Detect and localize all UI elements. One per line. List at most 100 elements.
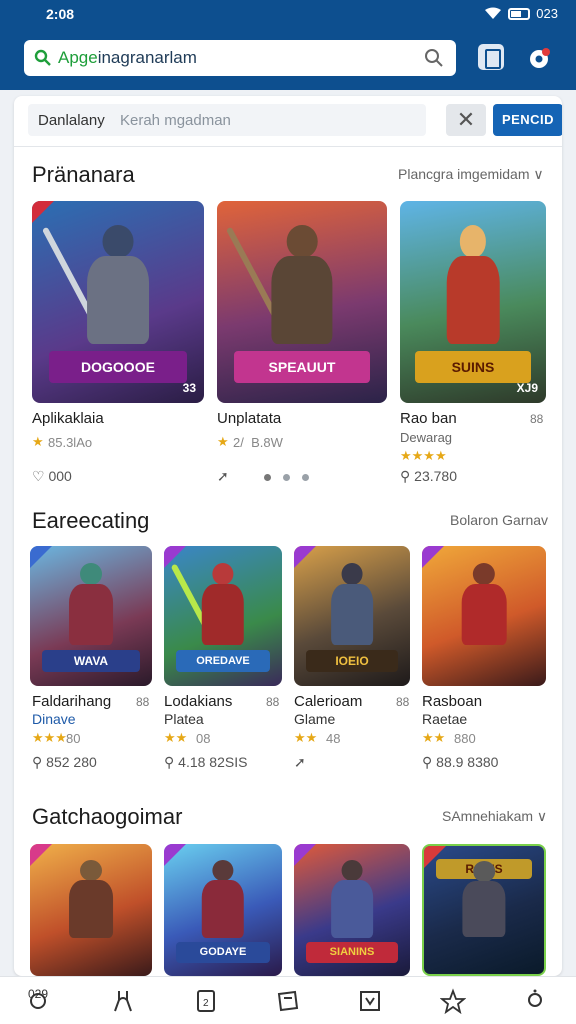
search-icon <box>34 49 51 66</box>
section-title-1: Pränanara <box>32 162 135 187</box>
badge-icon <box>30 844 52 866</box>
settings-icon[interactable] <box>526 45 552 71</box>
game-logo: DOGOOOE <box>49 350 187 383</box>
bottom-nav: 029 2 <box>0 976 576 1024</box>
heart-icon: ♡ <box>32 468 45 484</box>
character-body <box>271 255 333 345</box>
game-tile[interactable]: IOEIO <box>294 546 410 686</box>
character-head <box>212 859 234 881</box>
badge-icon <box>30 546 52 568</box>
app-meta: 08 <box>196 731 211 746</box>
character-body <box>446 255 500 345</box>
app-extra: 88 <box>266 695 280 709</box>
character-head <box>473 861 495 882</box>
section-title-2: Eareecating <box>32 508 150 533</box>
app-subtitle: Glame <box>294 711 336 727</box>
nav-cart[interactable] <box>247 977 329 1024</box>
app-meta: 48 <box>326 731 341 746</box>
battery-icon <box>508 7 531 20</box>
game-tile[interactable]: SIANINS <box>294 844 410 976</box>
game-tile[interactable]: RAINS <box>422 844 546 976</box>
character-head <box>341 562 363 586</box>
app-stat-value: 000 <box>48 468 72 484</box>
submit-button[interactable]: PENCID <box>493 104 562 136</box>
status-bar: 2:08 023 <box>0 0 576 28</box>
device-icon[interactable] <box>478 44 504 70</box>
app-name[interactable]: Rao ban <box>400 410 457 427</box>
status-time: 2:08 <box>46 6 75 22</box>
character-body <box>331 583 373 646</box>
nav-tools[interactable] <box>82 977 164 1024</box>
character-head <box>341 859 363 881</box>
character-body <box>331 879 373 938</box>
badge-icon <box>294 546 316 568</box>
clear-button[interactable]: ✕ <box>446 104 486 136</box>
game-tile[interactable]: OREDAVE <box>164 546 282 686</box>
app-name[interactable]: Rasboan <box>422 693 482 710</box>
badge-icon <box>32 201 54 223</box>
game-tile[interactable]: DOGOOOE 33 <box>32 201 204 403</box>
app-meta: 2/ B.8W <box>233 435 283 450</box>
game-tile[interactable]: GODAYE <box>164 844 282 976</box>
filter-field[interactable]: Danlalany Kerah mgadman <box>28 104 426 136</box>
badge-icon <box>294 844 316 866</box>
share-icon[interactable]: ➚ <box>294 754 306 771</box>
game-logo: SUINS <box>414 350 532 383</box>
tools-icon <box>114 990 133 1011</box>
character-head <box>472 562 496 586</box>
app-name[interactable]: Faldarihang <box>32 693 111 710</box>
game-logo: IOEIO <box>305 649 399 672</box>
carousel-dot[interactable] <box>264 474 271 481</box>
nav-chart[interactable] <box>329 977 411 1024</box>
section-link-1[interactable]: Plancgra imgemidam ∨ <box>398 166 544 183</box>
app-extra: 88 <box>136 695 150 709</box>
tile-number: 33 <box>182 381 196 395</box>
game-tile[interactable]: SPEAUUT <box>217 201 387 403</box>
app-name[interactable]: Lodakians <box>164 693 232 710</box>
game-tile[interactable] <box>30 844 152 976</box>
section-title-3: Gatchaogoimar <box>32 804 183 829</box>
nav-library[interactable]: 2 <box>165 977 247 1024</box>
app-name[interactable]: Unplatata <box>217 410 281 427</box>
search-query-green: Apge <box>58 48 98 67</box>
search-icon: ⚲ <box>164 754 175 770</box>
app-subtitle: Dewarag <box>400 430 453 445</box>
chart-icon <box>360 990 381 1011</box>
nav-home[interactable]: 029 <box>0 977 82 1024</box>
close-icon: ✕ <box>456 107 476 132</box>
rating-stars: ★ <box>217 434 229 449</box>
rating-stars: ★★★★ <box>400 448 447 463</box>
filter-placeholder: Kerah mgadman <box>120 112 231 129</box>
nav-star[interactable] <box>411 977 493 1024</box>
magnifier-icon[interactable] <box>424 48 444 68</box>
app-stat: ⚲ 4.18 82SIS <box>164 754 247 771</box>
carousel-dot[interactable] <box>283 474 290 481</box>
share-icon[interactable]: ➚ <box>217 468 229 485</box>
character-head <box>286 225 318 258</box>
game-tile[interactable] <box>422 546 546 686</box>
carousel-dot[interactable] <box>302 474 309 481</box>
app-stat-value: 88.9 8380 <box>436 754 499 770</box>
status-right: 023 <box>484 6 558 21</box>
search-query: Apgeinagranarlam <box>58 48 197 68</box>
app-name[interactable]: Calerioam <box>294 693 362 710</box>
app-name[interactable]: Aplikaklaia <box>32 410 104 427</box>
nav-profile[interactable] <box>494 977 576 1024</box>
character-head <box>102 225 134 258</box>
search-input[interactable]: Apgeinagranarlam <box>24 40 456 76</box>
svg-text:2: 2 <box>203 998 209 1009</box>
tile-number: XJ9 <box>516 381 538 395</box>
character-body <box>87 255 149 345</box>
divider <box>14 146 562 147</box>
character-body <box>69 583 113 646</box>
game-tile[interactable]: WAVA <box>30 546 152 686</box>
game-tile[interactable]: SUINS XJ9 <box>400 201 546 403</box>
section-link-2[interactable]: Bolaron Garnav <box>450 512 548 528</box>
section-link-3[interactable]: SAmnehiakam ∨ <box>442 808 547 825</box>
app-meta: 85.3lAo <box>48 435 93 450</box>
carousel-dots[interactable] <box>264 474 309 481</box>
app-stat: ⚲ 852 280 <box>32 754 97 771</box>
nav-home-label: 029 <box>28 987 49 1001</box>
badge-icon <box>422 546 444 568</box>
app-extra: 88 <box>530 412 544 426</box>
